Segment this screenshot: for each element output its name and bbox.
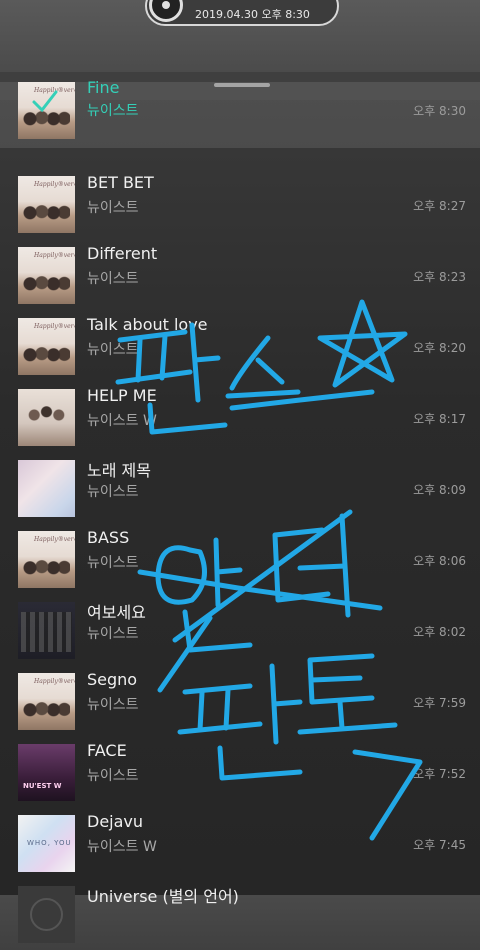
song-artist: 뉴이스트 <box>87 271 139 287</box>
song-row[interactable]: Dejavu 뉴이스트 W 오후 7:45 <box>0 808 480 879</box>
now-playing-date: 2019.04.30 오후 8:30 <box>195 8 310 21</box>
song-row[interactable]: BET BET 뉴이스트 오후 8:27 <box>0 169 480 240</box>
top-area: 2019.04.30 오후 8:30 <box>0 0 480 72</box>
song-time: 오후 8:06 <box>413 554 466 568</box>
song-artist: 뉴이스트 <box>87 555 139 571</box>
song-row[interactable]: Talk about love 뉴이스트 오후 8:20 <box>0 311 480 382</box>
song-time: 오후 8:23 <box>413 270 466 284</box>
song-time: 오후 7:59 <box>413 696 466 710</box>
album-cover <box>18 744 75 801</box>
album-cover <box>18 460 75 517</box>
song-row[interactable]: 여보세요뉴이스트 오후 8:02 <box>0 595 480 666</box>
album-cover <box>18 247 75 304</box>
song-time: 오후 8:30 <box>413 104 466 118</box>
song-time: 오후 7:52 <box>413 767 466 781</box>
song-artist: 뉴이스트 W <box>87 413 157 429</box>
album-cover <box>18 389 75 446</box>
song-artist: 뉴이스트 <box>87 626 139 642</box>
song-artist: 뉴이스트 W <box>87 839 157 855</box>
song-title: Talk about love <box>87 315 208 334</box>
song-artist: 뉴이스트 <box>87 200 139 216</box>
song-title: BET BET <box>87 173 154 192</box>
album-cover <box>18 176 75 233</box>
song-title: Dejavu <box>87 812 144 831</box>
song-row[interactable]: Universe (별의 언어) <box>0 879 480 950</box>
song-row[interactable]: Segno 뉴이스트 오후 7:59 <box>0 666 480 737</box>
song-time: 오후 8:27 <box>413 199 466 213</box>
song-title: 여보세요 <box>87 603 146 622</box>
song-time: 오후 8:20 <box>413 341 466 355</box>
song-artist: 뉴이스트 <box>87 484 139 500</box>
song-title: HELP ME <box>87 386 157 405</box>
song-title: FACE <box>87 741 127 760</box>
song-artist: 뉴이스트 <box>87 342 139 358</box>
song-title: Different <box>87 244 158 263</box>
song-row[interactable]: BASS 뉴이스트 오후 8:06 <box>0 524 480 595</box>
song-title: BASS <box>87 528 130 547</box>
album-cover <box>18 318 75 375</box>
album-cover <box>18 602 75 659</box>
album-cover <box>18 673 75 730</box>
song-time: 오후 8:09 <box>413 483 466 497</box>
check-icon <box>32 90 58 113</box>
now-playing-pill[interactable]: 2019.04.30 오후 8:30 <box>145 0 339 26</box>
song-title: Segno <box>87 670 138 689</box>
history-sheet: Fine뉴이스트오후 8:30BET BET뉴이스트오후 8:27Differe… <box>0 72 480 943</box>
song-artist: 뉴이스트 <box>87 697 139 713</box>
disc-icon <box>149 0 183 22</box>
song-row[interactable]: FACE 뉴이스트 오후 7:52 <box>0 737 480 808</box>
song-title: Fine <box>87 78 120 97</box>
song-row[interactable]: 노래 제목뉴이스트 오후 8:09 <box>0 453 480 524</box>
song-row[interactable]: Different 뉴이스트 오후 8:23 <box>0 240 480 311</box>
song-time: 오후 8:02 <box>413 625 466 639</box>
album-cover <box>18 531 75 588</box>
album-cover <box>18 815 75 872</box>
song-artist: 뉴이스트 <box>87 103 139 119</box>
song-row[interactable]: HELP ME 뉴이스트 W 오후 8:17 <box>0 382 480 453</box>
song-title: 노래 제목 <box>87 461 151 480</box>
song-time: 오후 8:17 <box>413 412 466 426</box>
song-time: 오후 7:45 <box>413 838 466 852</box>
song-row[interactable]: Fine 뉴이스트 오후 8:30 <box>0 78 480 148</box>
song-title: Universe (별의 언어) <box>87 887 239 906</box>
song-artist: 뉴이스트 <box>87 768 139 784</box>
